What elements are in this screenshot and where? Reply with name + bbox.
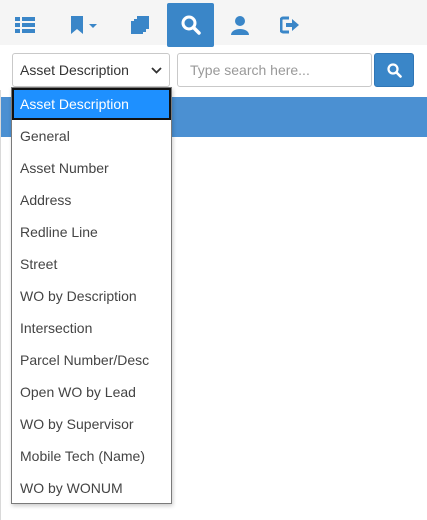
dropdown-option[interactable]: Street bbox=[12, 248, 171, 280]
dropdown-option[interactable]: General bbox=[12, 120, 171, 152]
dropdown-option[interactable]: Asset Description bbox=[12, 88, 171, 120]
user-icon bbox=[231, 16, 249, 35]
list-icon bbox=[15, 17, 35, 33]
user-button[interactable] bbox=[218, 3, 262, 47]
chevron-down-icon bbox=[151, 67, 162, 74]
dropdown-option[interactable]: Asset Number bbox=[12, 152, 171, 184]
dropdown-option[interactable]: WO by WONUM bbox=[12, 472, 171, 504]
list-button[interactable] bbox=[3, 3, 47, 47]
sign-out-button[interactable] bbox=[268, 3, 312, 47]
search-field-dropdown: Asset Description General Asset Number A… bbox=[11, 87, 172, 504]
search-icon bbox=[181, 15, 201, 35]
search-field-select-value: Asset Description bbox=[20, 62, 129, 78]
dropdown-option[interactable]: Parcel Number/Desc bbox=[12, 344, 171, 376]
dropdown-option[interactable]: WO by Description bbox=[12, 280, 171, 312]
search-submit-button[interactable] bbox=[374, 53, 414, 87]
top-toolbar bbox=[0, 0, 427, 47]
bookmark-dropdown-icon bbox=[71, 16, 97, 34]
divider bbox=[0, 90, 1, 520]
search-input[interactable] bbox=[177, 53, 372, 87]
dropdown-option[interactable]: Address bbox=[12, 184, 171, 216]
dropdown-option[interactable]: Intersection bbox=[12, 312, 171, 344]
dropdown-option[interactable]: Mobile Tech (Name) bbox=[12, 440, 171, 472]
search-field-select[interactable]: Asset Description bbox=[12, 53, 170, 87]
sign-out-icon bbox=[280, 16, 299, 34]
dropdown-option[interactable]: Redline Line bbox=[12, 216, 171, 248]
search-icon bbox=[386, 62, 402, 78]
copy-icon bbox=[131, 16, 149, 34]
search-toolbar-button[interactable] bbox=[167, 3, 214, 47]
dropdown-option[interactable]: Open WO by Lead bbox=[12, 376, 171, 408]
dropdown-option[interactable]: WO by Supervisor bbox=[12, 408, 171, 440]
bookmark-dropdown-button[interactable] bbox=[60, 3, 106, 47]
copy-button[interactable] bbox=[118, 3, 162, 47]
